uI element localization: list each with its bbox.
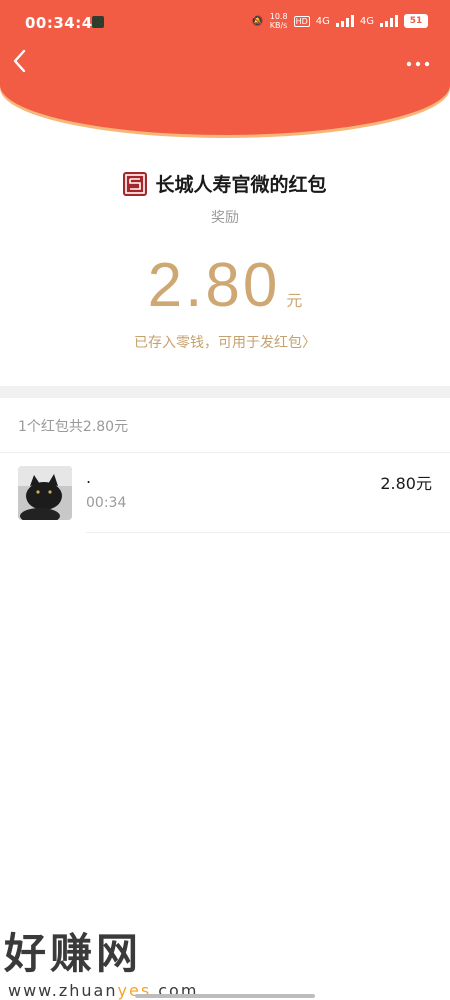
record-name: . — [86, 468, 92, 487]
record-time: 00:34 — [86, 495, 127, 511]
sender-name: 长城人寿官微的红包 — [155, 174, 327, 196]
speed-value: 10.8 — [269, 12, 288, 21]
record-amount: 2.80元 — [380, 474, 432, 493]
battery-icon: 51 — [404, 14, 428, 28]
status-icons: 🔕 10.8 KB/s HD 4G 4G 51 — [251, 12, 428, 30]
chevron-left-icon — [13, 49, 26, 73]
mute-icon: 🔕 — [251, 15, 264, 27]
section-divider — [0, 386, 450, 398]
back-button[interactable] — [10, 48, 30, 74]
speed-readout: 10.8 KB/s — [270, 12, 288, 30]
list-item[interactable]: . 00:34 2.80元 — [0, 462, 450, 532]
company-logo-icon — [123, 171, 148, 196]
home-indicator[interactable] — [135, 994, 315, 998]
amount-value: 2.80 — [147, 251, 281, 320]
more-button[interactable] — [406, 56, 430, 68]
sender-row: 长城人寿官微的红包 — [0, 170, 450, 197]
hd-badge: HD — [293, 15, 310, 27]
watermark-url-a: www.zhuan — [8, 981, 118, 1000]
notification-icon — [92, 16, 104, 28]
speed-unit: KB/s — [269, 21, 288, 30]
watermark-title: 好赚网 — [4, 929, 143, 978]
chevron-right-icon: 〉 — [302, 335, 316, 351]
deposit-text: 已存入零钱，可用于发红包 — [134, 335, 302, 351]
deposit-link[interactable]: 已存入零钱，可用于发红包〉 — [0, 332, 450, 352]
net-label-2: 4G — [359, 15, 374, 27]
signal-icon-2 — [380, 15, 398, 27]
signal-icon-1 — [335, 15, 354, 27]
avatar — [18, 466, 72, 520]
net-label-1: 4G — [315, 15, 330, 27]
packet-summary: 1个红包共2.80元 — [18, 419, 129, 435]
status-bar: 00:34:49 🔕 10.8 KB/s HD 4G 4G 51 — [0, 0, 450, 46]
divider-line — [86, 532, 450, 533]
more-icon — [406, 61, 430, 67]
divider-line — [0, 452, 450, 453]
amount-unit: 元 — [286, 291, 303, 310]
watermark: 好赚网 www.zhuanyes.com — [4, 920, 198, 1000]
amount-display: 2.80 元 — [0, 250, 450, 321]
packet-memo: 奖励 — [211, 210, 239, 226]
